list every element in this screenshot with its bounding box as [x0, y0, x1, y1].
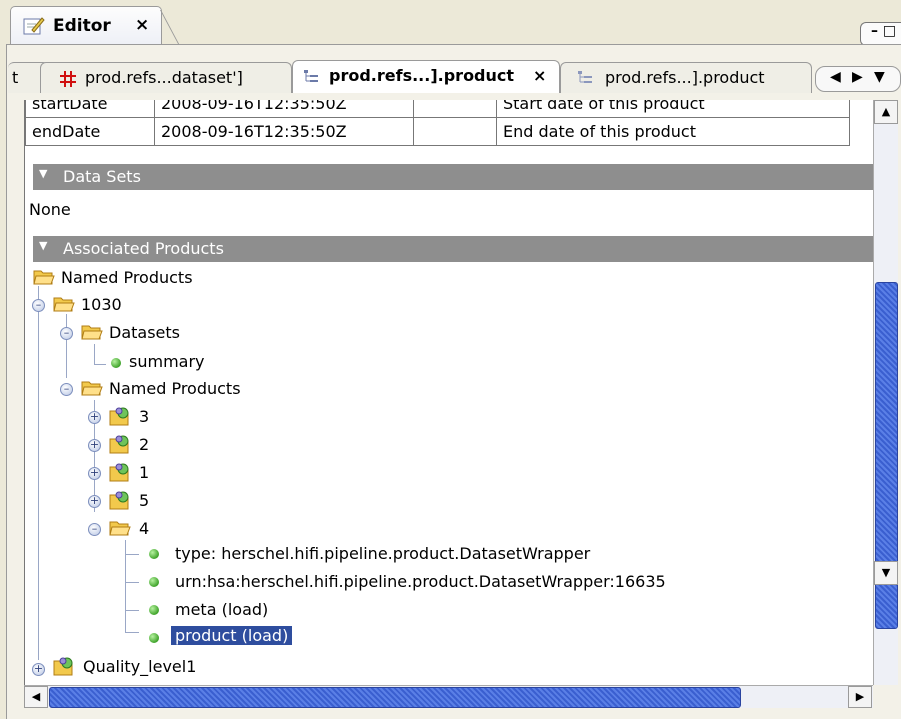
leaf-dot-icon: [149, 605, 159, 615]
properties-table: startDate 2008-09-16T12:35:50Z Start dat…: [25, 100, 850, 146]
scroll-right-arrow-icon[interactable]: ▶: [848, 686, 872, 708]
property-value: 2008-09-16T12:35:50Z: [154, 117, 414, 146]
tree-line: [125, 610, 139, 611]
scroll-up-arrow-icon[interactable]: ▲: [874, 100, 898, 124]
scroll-left-arrow-icon[interactable]: ◀: [24, 686, 48, 708]
doc-tab-close-button[interactable]: ×: [533, 66, 546, 85]
tree-line: [66, 314, 67, 378]
doc-tab-label: prod.refs...].product: [605, 68, 765, 87]
table-row: startDate 2008-09-16T12:35:50Z Start dat…: [25, 100, 850, 118]
tree-collapse-toggle[interactable]: –: [60, 327, 73, 340]
open-folder-icon: [33, 270, 55, 285]
horizontal-scroll-thumb[interactable]: [49, 687, 741, 708]
doc-tab-dataset[interactable]: prod.refs...dataset']: [40, 62, 292, 93]
red-cross-icon: [60, 71, 76, 87]
property-unit: [413, 117, 497, 146]
product-folder-icon: [53, 657, 73, 676]
doc-tab-product[interactable]: prod.refs...].product: [560, 62, 812, 93]
product-folder-icon: [109, 407, 129, 426]
open-folder-icon: [53, 297, 75, 312]
table-row: endDate 2008-09-16T12:35:50Z End date of…: [25, 117, 850, 146]
datasets-none-text: None: [29, 200, 71, 219]
tree-collapse-toggle[interactable]: –: [32, 299, 45, 312]
tree-icon: [578, 71, 592, 83]
tree-expand-toggle[interactable]: +: [88, 411, 101, 424]
editor-title: Editor: [53, 16, 111, 36]
datasets-section-header[interactable]: ▼ Data Sets: [33, 164, 874, 190]
tree-line: [94, 364, 106, 365]
tree-icon: [304, 70, 318, 82]
property-description: Start date of this product: [496, 100, 850, 118]
property-name: endDate: [25, 117, 155, 146]
scroll-down-arrow-icon[interactable]: ▼: [874, 561, 898, 585]
collapse-triangle-icon: ▼: [39, 167, 48, 180]
editor-view-tab[interactable]: Editor ×: [10, 6, 162, 45]
editor-tab-edge: [160, 10, 182, 44]
leaf-dot-icon: [111, 358, 121, 368]
open-folder-icon: [81, 381, 103, 396]
collapse-triangle-icon: ▼: [39, 239, 48, 252]
tab-navigation: ◀ ▶ ▼: [815, 66, 901, 92]
tree-expand-toggle[interactable]: +: [88, 467, 101, 480]
tab-list-menu-button[interactable]: ▼: [874, 69, 885, 85]
minimize-maximize-button[interactable]: – □: [860, 22, 901, 46]
tree-collapse-toggle[interactable]: –: [88, 523, 101, 536]
tree-line: [125, 554, 139, 555]
horizontal-scrollbar[interactable]: ◀ ▶: [24, 685, 873, 708]
tree-line: [125, 632, 139, 633]
product-folder-icon: [109, 435, 129, 454]
tab-scroll-right-button[interactable]: ▶: [852, 69, 863, 85]
property-description: End date of this product: [496, 117, 850, 146]
vertical-scrollbar[interactable]: ▲ ▼: [873, 100, 898, 685]
tree-line: [38, 286, 39, 660]
leaf-dot-icon: [149, 577, 159, 587]
tree-line: [94, 344, 95, 364]
tree-expand-toggle[interactable]: +: [88, 439, 101, 452]
doc-tab-active-product[interactable]: prod.refs...].product ×: [292, 60, 560, 93]
tree-expand-toggle[interactable]: +: [88, 495, 101, 508]
property-name: startDate: [25, 100, 155, 118]
product-content-panel: startDate 2008-09-16T12:35:50Z Start dat…: [24, 100, 874, 685]
tab-scroll-left-button[interactable]: ◀: [830, 69, 841, 85]
open-folder-icon: [109, 521, 131, 536]
tree-line: [125, 582, 139, 583]
leaf-dot-icon: [149, 633, 159, 643]
property-unit: [413, 100, 497, 118]
leaf-dot-icon: [149, 549, 159, 559]
associated-products-section-header[interactable]: ▼ Associated Products: [33, 236, 874, 262]
open-folder-icon: [81, 325, 103, 340]
doc-tab-label: prod.refs...dataset']: [85, 68, 243, 87]
tree-collapse-toggle[interactable]: –: [60, 383, 73, 396]
doc-tab-label: prod.refs...].product: [329, 66, 515, 85]
product-folder-icon: [109, 463, 129, 482]
property-value: 2008-09-16T12:35:50Z: [154, 100, 414, 118]
tree-expand-toggle[interactable]: +: [32, 663, 45, 676]
editor-close-button[interactable]: ×: [135, 15, 149, 35]
product-folder-icon: [109, 491, 129, 510]
editor-icon: [23, 17, 45, 35]
